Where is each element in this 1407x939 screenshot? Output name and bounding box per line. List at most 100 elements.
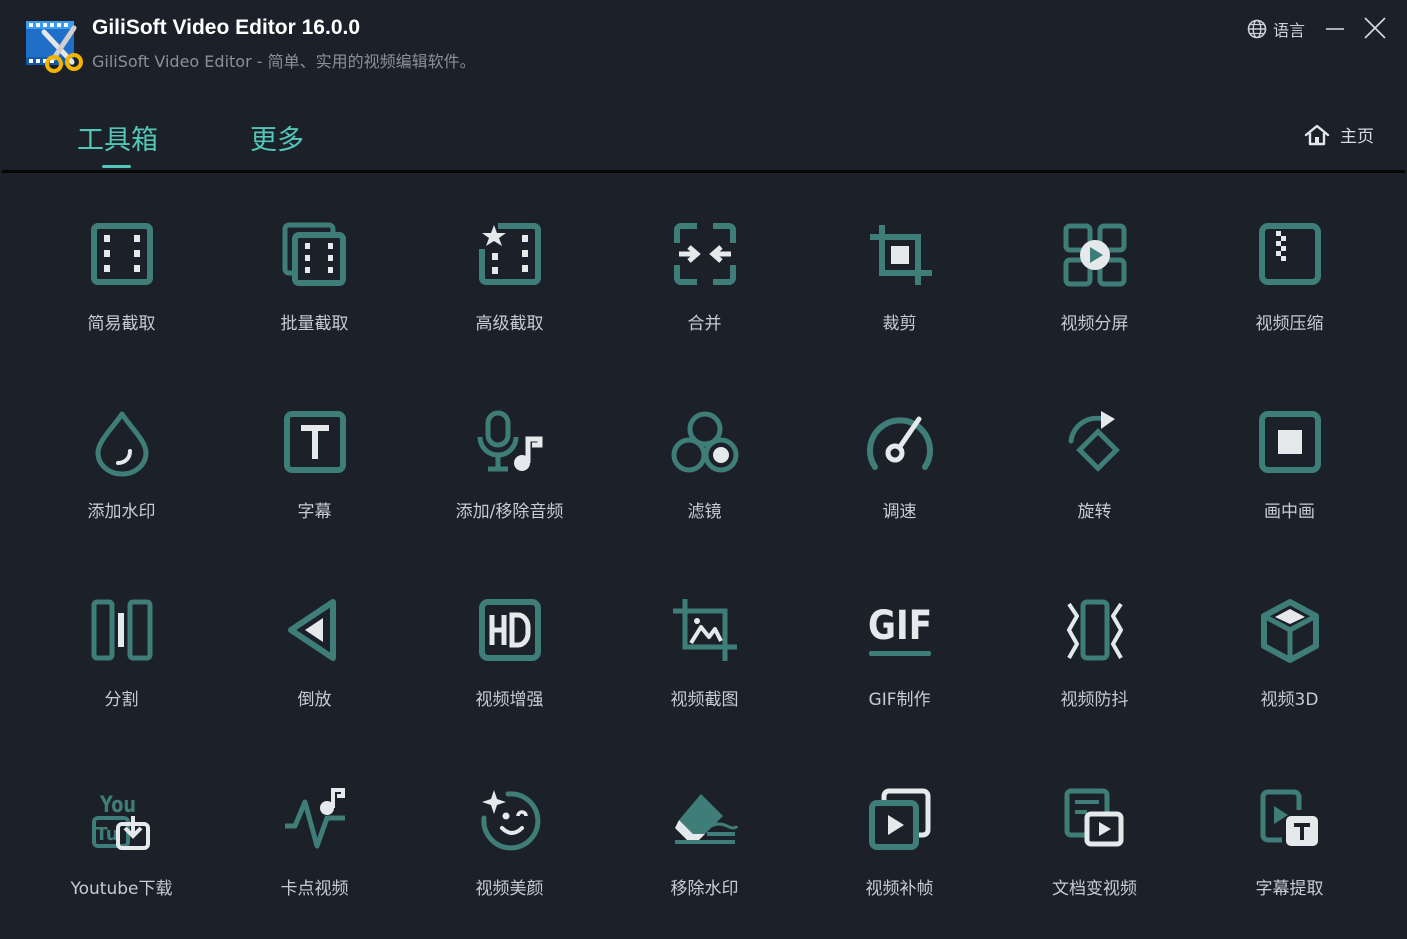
youtube-download-icon: You Tu <box>91 793 150 850</box>
minimize-icon[interactable] <box>1322 14 1352 44</box>
merge-icon <box>673 223 736 285</box>
tool-label: 视频截图 <box>670 690 739 710</box>
svg-text:GIF: GIF <box>868 603 932 649</box>
tool-enhance[interactable]: 视频增强 <box>412 561 607 741</box>
home-label: 主页 <box>1340 127 1374 147</box>
filter-icon <box>671 411 738 473</box>
tool-label: 字幕 <box>297 502 332 522</box>
tool-reverse[interactable]: 倒放 <box>217 561 412 741</box>
tool-label: 视频增强 <box>475 690 544 710</box>
home-button[interactable]: 主页 <box>1304 122 1374 147</box>
tool-pip[interactable]: 画中画 <box>1192 373 1387 553</box>
tool-label: 裁剪 <box>882 314 917 334</box>
subtitle-icon <box>283 411 346 473</box>
watermark-drop-icon <box>95 411 148 477</box>
tool-beauty[interactable]: 视频美颜 <box>412 750 607 930</box>
tool-stabilize[interactable]: 视频防抖 <box>997 561 1192 741</box>
tool-label: 视频美颜 <box>475 879 544 899</box>
picture-in-picture-icon <box>1258 411 1321 473</box>
header-divider <box>2 170 1405 173</box>
tool-label: 简易截取 <box>87 314 156 334</box>
globe-icon <box>1247 19 1267 39</box>
subtitle-extract-icon <box>1260 789 1318 846</box>
tool-label: 高级截取 <box>475 314 544 334</box>
tool-label: 添加水印 <box>87 502 156 522</box>
app-subtitle: GiliSoft Video Editor - 简单、实用的视频编辑软件。 <box>92 52 476 71</box>
tab-bar: 工具箱 更多 主页 <box>0 100 1407 174</box>
tool-label: 视频3D <box>1260 690 1319 710</box>
tool-grid: 简易截取 批量截取 高级截取 合并 裁剪 视频分屏 视频压缩 添加水印 字幕 添… <box>24 185 1386 935</box>
split-icon <box>91 599 152 661</box>
tool-batch-cut[interactable]: 批量截取 <box>217 185 412 365</box>
crop-icon <box>869 225 932 285</box>
screenshot-icon <box>672 599 737 661</box>
speed-gauge-icon <box>866 416 933 470</box>
batch-film-icon <box>282 222 346 286</box>
tab-more[interactable]: 更多 <box>250 118 304 157</box>
home-icon <box>1304 124 1330 145</box>
tool-split[interactable]: 分割 <box>24 561 219 741</box>
tool-gif[interactable]: GIF GIF制作 <box>802 561 997 741</box>
tool-label: 倒放 <box>297 690 332 710</box>
tool-label: 视频防抖 <box>1060 690 1129 710</box>
stabilize-icon <box>1066 599 1123 661</box>
rotate-icon <box>1068 411 1120 472</box>
reverse-icon <box>287 599 336 661</box>
document-to-video-icon <box>1064 788 1123 847</box>
svg-text:Tu: Tu <box>95 824 118 845</box>
tool-frame-interpolation[interactable]: 视频补帧 <box>802 750 997 930</box>
tool-label: 添加/移除音频 <box>455 502 564 522</box>
tool-rotate[interactable]: 旋转 <box>997 373 1192 553</box>
tool-label: Youtube下载 <box>70 879 173 899</box>
beauty-face-icon <box>480 790 540 851</box>
tool-label: 视频压缩 <box>1255 314 1324 334</box>
tool-speed[interactable]: 调速 <box>802 373 997 553</box>
app-logo-icon <box>26 21 83 73</box>
tool-crop[interactable]: 裁剪 <box>802 185 997 365</box>
tool-subtitle-extract[interactable]: 字幕提取 <box>1192 750 1387 930</box>
cube-3d-icon <box>1260 599 1319 663</box>
tab-toolbox[interactable]: 工具箱 <box>77 118 158 157</box>
tool-split-screen[interactable]: 视频分屏 <box>997 185 1192 365</box>
tool-subtitle[interactable]: 字幕 <box>217 373 412 553</box>
tool-filter[interactable]: 滤镜 <box>607 373 802 553</box>
tool-simple-cut[interactable]: 简易截取 <box>24 185 219 365</box>
close-icon[interactable] <box>1361 14 1391 44</box>
tool-label: 滤镜 <box>687 502 722 522</box>
tool-youtube-download[interactable]: You Tu Youtube下载 <box>24 750 219 930</box>
compress-icon <box>1258 223 1321 285</box>
tool-advanced-cut[interactable]: 高级截取 <box>412 185 607 365</box>
tool-merge[interactable]: 合并 <box>607 185 802 365</box>
tool-label: 文档变视频 <box>1052 879 1137 899</box>
beat-sync-icon <box>284 788 345 849</box>
tool-document-to-video[interactable]: 文档变视频 <box>997 750 1192 930</box>
tool-beat-sync[interactable]: 卡点视频 <box>217 750 412 930</box>
tool-audio[interactable]: 添加/移除音频 <box>412 373 607 553</box>
tool-label: 旋转 <box>1077 502 1112 522</box>
film-strip-icon <box>90 223 153 285</box>
tool-label: 卡点视频 <box>280 879 349 899</box>
frame-interpolation-icon <box>868 788 930 850</box>
hd-enhance-icon <box>478 599 541 661</box>
language-button[interactable]: 语言 <box>1247 17 1305 41</box>
title-bar: GiliSoft Video Editor 16.0.0 GiliSoft Vi… <box>0 0 1407 90</box>
tool-label: 合并 <box>687 314 722 334</box>
tool-3d[interactable]: 视频3D <box>1192 561 1387 741</box>
eraser-icon <box>674 794 738 844</box>
tool-remove-watermark[interactable]: 移除水印 <box>607 750 802 930</box>
svg-text:You: You <box>99 793 136 818</box>
language-label: 语言 <box>1273 21 1306 40</box>
tool-label: 画中画 <box>1264 502 1315 522</box>
tool-compress[interactable]: 视频压缩 <box>1192 185 1387 365</box>
active-tab-indicator <box>102 165 131 168</box>
split-screen-icon <box>1063 223 1126 287</box>
tool-add-watermark[interactable]: 添加水印 <box>24 373 219 553</box>
tool-label: 调速 <box>882 502 917 522</box>
tool-screenshot[interactable]: 视频截图 <box>607 561 802 741</box>
audio-mic-icon <box>477 410 542 472</box>
gif-icon: GIF <box>868 603 932 656</box>
tool-label: 视频补帧 <box>865 879 934 899</box>
tool-label: 视频分屏 <box>1060 314 1129 334</box>
tool-label: 分割 <box>104 690 139 710</box>
app-title: GiliSoft Video Editor 16.0.0 <box>92 16 361 39</box>
